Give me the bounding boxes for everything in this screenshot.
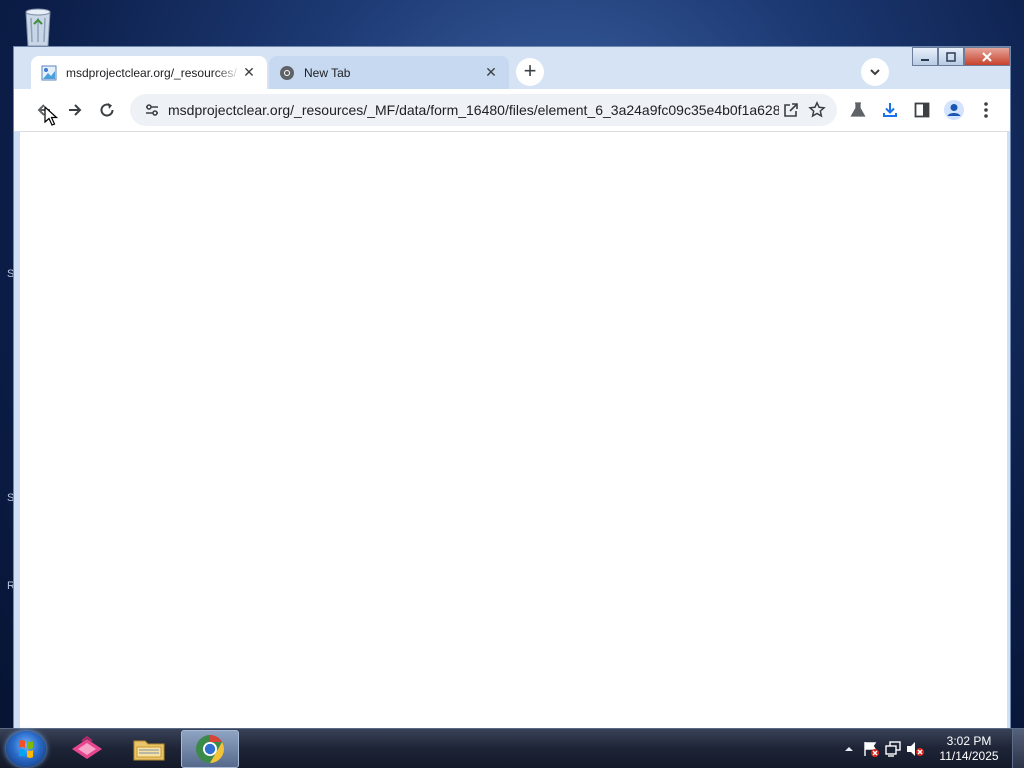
tab-strip: msdprojectclear.org/_resources/ ✕ New Ta…	[14, 47, 1010, 89]
taskbar-app-pink[interactable]	[58, 730, 116, 768]
more-menu-icon[interactable]	[974, 98, 998, 122]
taskbar-app-chrome[interactable]	[181, 730, 239, 768]
taskbar: 3:02 PM 11/14/2025	[0, 728, 1024, 768]
window-caption-buttons	[912, 47, 1010, 67]
tab-title: New Tab	[304, 65, 351, 80]
share-icon[interactable]	[779, 98, 803, 122]
forward-button[interactable]	[61, 96, 89, 124]
page-content-area[interactable]	[20, 131, 1007, 729]
side-panel-icon[interactable]	[910, 98, 934, 122]
close-window-button[interactable]	[964, 47, 1010, 66]
system-clock[interactable]: 3:02 PM 11/14/2025	[930, 734, 1008, 764]
browser-toolbar: msdprojectclear.org/_resources/_MF/data/…	[14, 89, 1010, 131]
page-image-icon	[41, 65, 57, 81]
download-icon[interactable]	[878, 98, 902, 122]
new-tab-button[interactable]: +	[516, 58, 544, 86]
maximize-button[interactable]	[938, 47, 964, 66]
reload-icon	[100, 103, 114, 117]
chevron-down-icon	[870, 69, 880, 76]
action-center-flag-icon[interactable]	[860, 738, 882, 760]
close-tab-icon[interactable]: ✕	[241, 64, 257, 81]
profile-icon[interactable]	[942, 98, 966, 122]
tab-new-tab[interactable]: New Tab ✕	[269, 56, 509, 89]
tab-search-button[interactable]	[861, 58, 889, 86]
clock-date: 11/14/2025	[939, 749, 999, 763]
pink-app-icon	[72, 735, 102, 759]
clock-time: 3:02 PM	[946, 734, 992, 748]
labs-flask-icon[interactable]	[846, 98, 870, 122]
reload-button[interactable]	[93, 96, 121, 124]
chrome-icon	[196, 735, 224, 763]
taskbar-app-file-explorer[interactable]	[120, 730, 178, 768]
start-button[interactable]	[6, 731, 46, 767]
forward-arrow-icon	[69, 104, 82, 116]
close-tab-icon[interactable]: ✕	[483, 64, 499, 81]
volume-muted-icon[interactable]	[904, 738, 926, 760]
tune-icon[interactable]	[142, 102, 162, 118]
address-bar[interactable]: msdprojectclear.org/_resources/_MF/data/…	[130, 94, 837, 126]
tab-active-resource[interactable]: msdprojectclear.org/_resources/ ✕	[31, 56, 267, 89]
recycle-bin-icon[interactable]	[18, 6, 58, 48]
chrome-icon	[279, 65, 295, 81]
tab-title: msdprojectclear.org/_resources/	[66, 65, 237, 80]
minimize-button[interactable]	[912, 47, 938, 66]
system-tray: 3:02 PM 11/14/2025	[838, 729, 1024, 768]
mouse-cursor-icon	[44, 105, 59, 131]
show-desktop-button[interactable]	[1012, 729, 1024, 768]
show-hidden-icons-arrow[interactable]	[838, 738, 860, 760]
browser-window: msdprojectclear.org/_resources/ ✕ New Ta…	[13, 46, 1011, 729]
bookmark-star-icon[interactable]	[805, 98, 829, 122]
network-icon[interactable]	[882, 738, 904, 760]
windows-logo-icon	[19, 740, 33, 758]
url-text[interactable]: msdprojectclear.org/_resources/_MF/data/…	[168, 102, 779, 118]
folder-icon	[133, 740, 165, 761]
